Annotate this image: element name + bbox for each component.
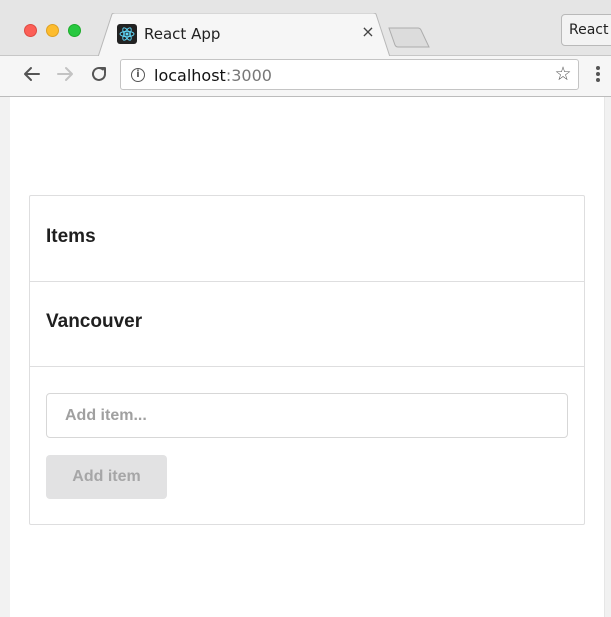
new-tab-button[interactable] — [388, 26, 432, 48]
reload-icon[interactable] — [88, 63, 110, 85]
url-text: localhost:3000 — [154, 66, 272, 85]
info-icon[interactable]: i — [131, 68, 145, 82]
address-bar[interactable]: i localhost:3000 ☆ — [120, 59, 579, 90]
left-edge — [0, 97, 10, 617]
add-item-button[interactable]: Add item — [46, 455, 167, 499]
browser-toolbar: i localhost:3000 ☆ — [0, 56, 611, 97]
items-card: Items Vancouver Add item — [29, 195, 585, 525]
tab-title: React App — [144, 25, 221, 43]
url-port: :3000 — [225, 66, 272, 85]
browser-tab-react-app[interactable] — [98, 13, 390, 57]
minimize-window-icon[interactable] — [46, 24, 59, 37]
menu-dots-icon[interactable] — [593, 66, 603, 86]
items-heading: Items — [46, 226, 96, 247]
close-window-icon[interactable] — [24, 24, 37, 37]
back-arrow-icon[interactable] — [21, 63, 43, 85]
scrollbar-track[interactable] — [604, 97, 611, 617]
react-favicon-icon — [117, 24, 137, 44]
url-host: localhost — [154, 66, 226, 85]
star-icon[interactable]: ☆ — [552, 63, 574, 85]
add-item-input[interactable] — [46, 393, 568, 438]
profile-button[interactable]: React — [561, 14, 611, 46]
list-item: Vancouver — [30, 281, 584, 367]
page-viewport: Items Vancouver Add item — [0, 97, 611, 617]
forward-arrow-icon[interactable] — [54, 63, 76, 85]
tab-close-icon[interactable]: × — [358, 22, 378, 42]
items-header-section: Items — [30, 196, 584, 282]
maximize-window-icon[interactable] — [68, 24, 81, 37]
list-item-label: Vancouver — [46, 311, 143, 332]
